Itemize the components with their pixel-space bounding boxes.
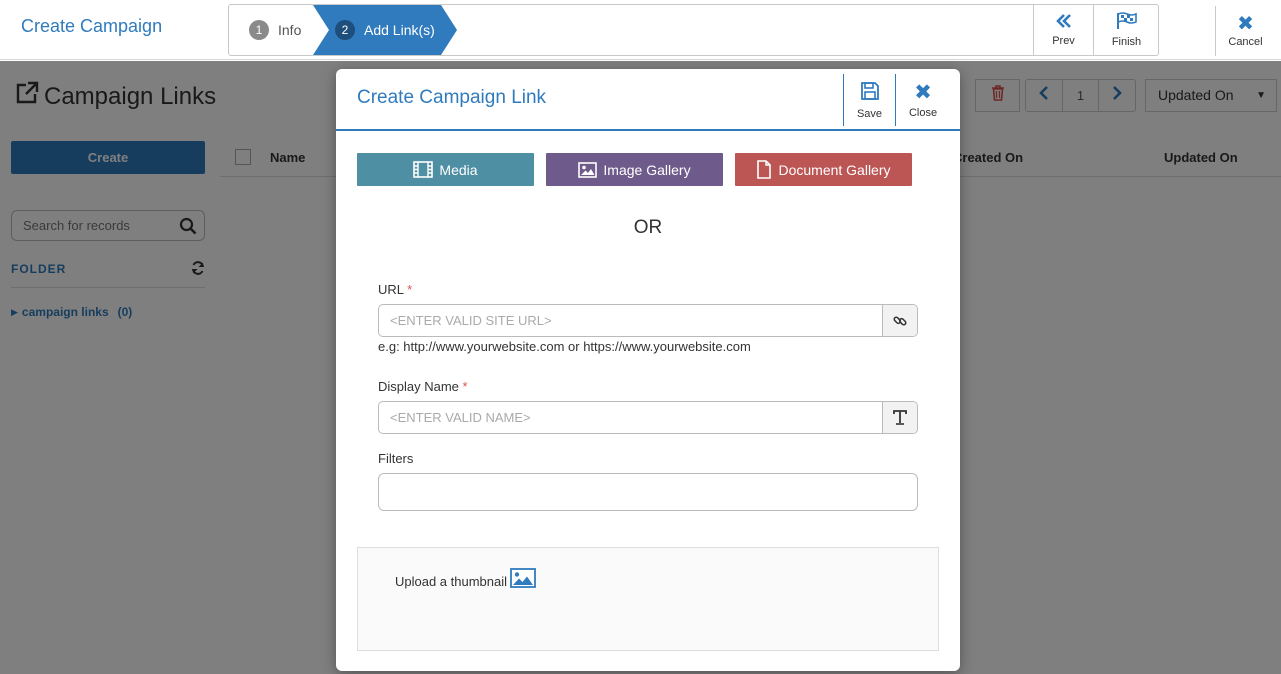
display-name-field-group (378, 401, 918, 434)
flag-icon (1116, 12, 1138, 33)
double-chevron-left-icon (1055, 13, 1072, 32)
step-label: Add Link(s) (364, 22, 435, 38)
required-mark: * (407, 282, 413, 297)
modal-title: Create Campaign Link (357, 87, 547, 108)
step-number: 1 (249, 20, 269, 40)
text-icon (893, 410, 907, 425)
cancel-label: Cancel (1228, 36, 1263, 48)
film-icon (413, 161, 434, 178)
display-name-label-text: Display Name (378, 379, 459, 394)
wizard-steps: 1 Info 2 Add Link(s) Prev Finish (228, 4, 1159, 56)
image-gallery-label: Image Gallery (603, 161, 691, 178)
filters-input[interactable] (378, 473, 918, 511)
display-name-input[interactable] (390, 410, 870, 425)
thumbnail-upload-area[interactable]: Upload a thumbnail (357, 547, 939, 651)
prev-label: Prev (1052, 35, 1075, 47)
close-icon: ✖ (914, 80, 932, 104)
close-icon: ✖ (1237, 13, 1254, 35)
save-label: Save (856, 107, 883, 120)
prev-button[interactable]: Prev (1033, 5, 1093, 55)
close-button[interactable]: ✖ Close (895, 74, 950, 126)
document-gallery-button[interactable]: Document Gallery (735, 153, 912, 186)
media-label: Media (439, 161, 478, 178)
filters-label: Filters (378, 451, 414, 466)
text-addon[interactable] (882, 402, 917, 433)
required-mark: * (462, 379, 468, 394)
media-button[interactable]: Media (357, 153, 534, 186)
finish-button[interactable]: Finish (1093, 5, 1158, 55)
image-gallery-button[interactable]: Image Gallery (546, 153, 723, 186)
step-info[interactable]: 1 Info (249, 5, 301, 55)
document-icon (757, 160, 772, 179)
close-label: Close (908, 106, 938, 119)
link-icon (893, 315, 907, 326)
cancel-button[interactable]: ✖ Cancel (1215, 6, 1275, 56)
save-icon (860, 81, 880, 104)
finish-label: Finish (1111, 36, 1142, 48)
image-icon (578, 161, 598, 178)
upload-thumbnail[interactable]: Upload a thumbnail (395, 567, 536, 589)
modal-header: Create Campaign Link Save ✖ Close (336, 69, 960, 131)
document-gallery-label: Document Gallery (778, 161, 891, 178)
display-name-label: Display Name * (378, 379, 468, 394)
url-hint: e.g: http://www.yourwebsite.com or https… (378, 339, 751, 354)
save-button[interactable]: Save (843, 74, 895, 126)
create-campaign-link-modal: Create Campaign Link Save ✖ Close Media … (336, 69, 960, 671)
wizard-title: Create Campaign (21, 16, 163, 36)
url-field-group (378, 304, 918, 337)
image-icon (510, 567, 536, 588)
link-addon[interactable] (882, 305, 917, 336)
url-label-text: URL (378, 282, 404, 297)
wizard-bar: Create Campaign 1 Info 2 Add Link(s) Pre… (0, 0, 1281, 60)
url-input[interactable] (390, 313, 870, 328)
step-label: Info (278, 22, 302, 38)
or-divider: OR (633, 217, 663, 238)
upload-thumbnail-label: Upload a thumbnail (395, 574, 508, 589)
url-label: URL * (378, 282, 412, 297)
step-number: 2 (335, 20, 355, 40)
step-add-links[interactable]: 2 Add Link(s) (313, 5, 457, 55)
